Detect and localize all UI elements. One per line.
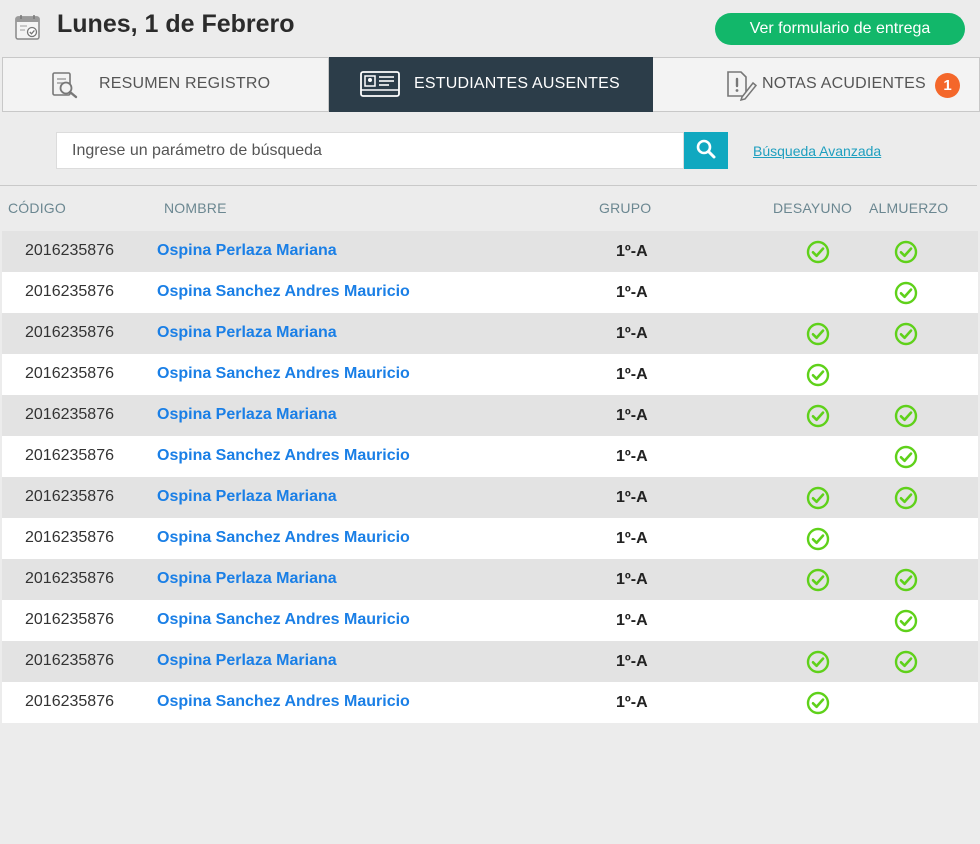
tab-estudiantes-ausentes[interactable]: ESTUDIANTES AUSENTES — [329, 57, 653, 112]
column-header-nombre: NOMBRE — [164, 200, 227, 216]
table-row: 2016235876 Ospina Sanchez Andres Maurici… — [2, 600, 978, 641]
search-button[interactable] — [684, 132, 728, 169]
table-row: 2016235876 Ospina Perlaza Mariana 1º-A — [2, 559, 978, 600]
search-document-icon — [49, 70, 79, 105]
check-circle-icon — [806, 486, 830, 510]
students-table: 2016235876 Ospina Perlaza Mariana 1º-A 2… — [2, 231, 978, 723]
check-circle-icon — [806, 404, 830, 428]
tab-bar: RESUMEN REGISTRO ESTUDIANTES AUSENTES NO… — [2, 57, 980, 112]
check-circle-icon — [894, 240, 918, 264]
student-name-link[interactable]: Ospina Perlaza Mariana — [157, 406, 337, 424]
student-name-link[interactable]: Ospina Sanchez Andres Mauricio — [157, 693, 410, 711]
check-circle-icon — [806, 363, 830, 387]
table-row: 2016235876 Ospina Perlaza Mariana 1º-A — [2, 395, 978, 436]
check-circle-icon — [806, 527, 830, 551]
advanced-search-link[interactable]: Búsqueda Avanzada — [753, 143, 881, 159]
student-code: 2016235876 — [25, 447, 114, 464]
student-code: 2016235876 — [25, 324, 114, 341]
column-header-grupo: GRUPO — [599, 200, 652, 216]
table-row: 2016235876 Ospina Sanchez Andres Maurici… — [2, 518, 978, 559]
check-circle-icon — [806, 568, 830, 592]
tab-label: NOTAS ACUDIENTES — [762, 75, 926, 92]
student-name-link[interactable]: Ospina Sanchez Andres Mauricio — [157, 447, 410, 465]
search-bar — [56, 132, 728, 169]
notification-badge: 1 — [935, 73, 960, 98]
table-row: 2016235876 Ospina Sanchez Andres Maurici… — [2, 682, 978, 723]
student-group: 1º-A — [616, 530, 648, 547]
student-name-link[interactable]: Ospina Perlaza Mariana — [157, 324, 337, 342]
student-code: 2016235876 — [25, 652, 114, 669]
calendar-check-icon — [14, 13, 42, 41]
student-name-link[interactable]: Ospina Sanchez Andres Mauricio — [157, 365, 410, 383]
tab-label: RESUMEN REGISTRO — [99, 75, 271, 92]
view-delivery-form-button[interactable]: Ver formulario de entrega — [715, 13, 965, 45]
student-name-link[interactable]: Ospina Sanchez Andres Mauricio — [157, 283, 410, 301]
student-group: 1º-A — [616, 325, 648, 342]
check-circle-icon — [894, 281, 918, 305]
student-group: 1º-A — [616, 653, 648, 670]
check-circle-icon — [806, 322, 830, 346]
search-input[interactable] — [56, 132, 684, 169]
tab-resumen-registro[interactable]: RESUMEN REGISTRO — [2, 57, 329, 112]
check-circle-icon — [894, 650, 918, 674]
table-row: 2016235876 Ospina Perlaza Mariana 1º-A — [2, 477, 978, 518]
student-name-link[interactable]: Ospina Perlaza Mariana — [157, 242, 337, 260]
check-circle-icon — [806, 240, 830, 264]
search-icon — [695, 138, 717, 163]
student-code: 2016235876 — [25, 570, 114, 587]
student-group: 1º-A — [616, 284, 648, 301]
student-name-link[interactable]: Ospina Sanchez Andres Mauricio — [157, 611, 410, 629]
student-group: 1º-A — [616, 694, 648, 711]
student-code: 2016235876 — [25, 693, 114, 710]
table-row: 2016235876 Ospina Sanchez Andres Maurici… — [2, 436, 978, 477]
column-header-almuerzo: ALMUERZO — [869, 200, 949, 216]
page-header: Lunes, 1 de Febrero Ver formulario de en… — [0, 0, 980, 56]
tab-notas-acudientes[interactable]: NOTAS ACUDIENTES 1 — [653, 57, 980, 112]
check-circle-icon — [894, 404, 918, 428]
check-circle-icon — [806, 691, 830, 715]
check-circle-icon — [894, 486, 918, 510]
student-name-link[interactable]: Ospina Perlaza Mariana — [157, 652, 337, 670]
divider — [0, 185, 977, 186]
page-title: Lunes, 1 de Febrero — [57, 10, 295, 38]
check-circle-icon — [806, 650, 830, 674]
note-alert-icon — [724, 69, 758, 106]
student-code: 2016235876 — [25, 611, 114, 628]
student-group: 1º-A — [616, 571, 648, 588]
table-row: 2016235876 Ospina Perlaza Mariana 1º-A — [2, 641, 978, 682]
student-code: 2016235876 — [25, 283, 114, 300]
student-group: 1º-A — [616, 489, 648, 506]
column-header-desayuno: DESAYUNO — [773, 200, 853, 216]
student-code: 2016235876 — [25, 529, 114, 546]
table-row: 2016235876 Ospina Sanchez Andres Maurici… — [2, 354, 978, 395]
student-code: 2016235876 — [25, 365, 114, 382]
tab-label: ESTUDIANTES AUSENTES — [414, 75, 620, 92]
student-code: 2016235876 — [25, 488, 114, 505]
check-circle-icon — [894, 609, 918, 633]
column-header-codigo: CÓDIGO — [8, 200, 66, 216]
table-row: 2016235876 Ospina Perlaza Mariana 1º-A — [2, 313, 978, 354]
id-card-icon — [360, 71, 400, 102]
check-circle-icon — [894, 445, 918, 469]
student-code: 2016235876 — [25, 242, 114, 259]
table-row: 2016235876 Ospina Sanchez Andres Maurici… — [2, 272, 978, 313]
student-code: 2016235876 — [25, 406, 114, 423]
student-name-link[interactable]: Ospina Sanchez Andres Mauricio — [157, 529, 410, 547]
student-group: 1º-A — [616, 366, 648, 383]
check-circle-icon — [894, 322, 918, 346]
student-name-link[interactable]: Ospina Perlaza Mariana — [157, 570, 337, 588]
student-group: 1º-A — [616, 243, 648, 260]
table-row: 2016235876 Ospina Perlaza Mariana 1º-A — [2, 231, 978, 272]
student-name-link[interactable]: Ospina Perlaza Mariana — [157, 488, 337, 506]
student-group: 1º-A — [616, 407, 648, 424]
check-circle-icon — [894, 568, 918, 592]
student-group: 1º-A — [616, 612, 648, 629]
student-group: 1º-A — [616, 448, 648, 465]
